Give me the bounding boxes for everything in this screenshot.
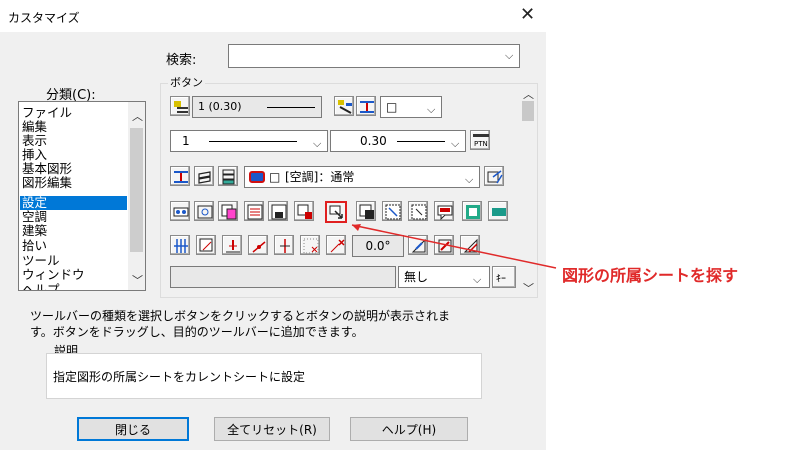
annotation-arrow bbox=[351, 224, 557, 269]
annotation-label: 図形の所属シートを探す bbox=[562, 266, 739, 285]
